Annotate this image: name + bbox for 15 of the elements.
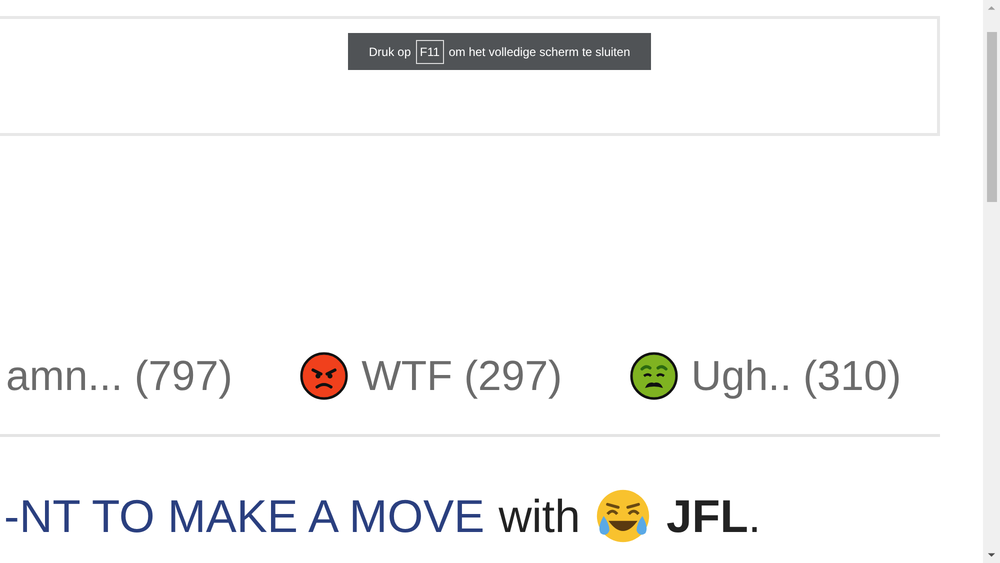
headline-link[interactable]: -NT TO MAKE A MOVE: [4, 489, 485, 543]
reaction-label: amn... (797): [6, 352, 232, 400]
headline-text: with: [498, 489, 580, 543]
reaction-label: Ugh.. (310): [691, 352, 902, 400]
angry-face-icon: [300, 352, 348, 400]
scrollbar[interactable]: [983, 0, 1000, 563]
notice-text: om het volledige scherm te sluiten: [448, 44, 630, 58]
sick-face-icon: [630, 352, 678, 400]
scroll-up-icon[interactable]: [987, 5, 996, 11]
scroll-down-icon[interactable]: [987, 552, 996, 558]
headline-text: JFL.: [666, 489, 761, 543]
key-label: F11: [416, 40, 444, 64]
reaction-label: WTF (297): [361, 352, 562, 400]
notice-text: Druk op: [368, 44, 411, 58]
scroll-thumb[interactable]: [986, 32, 996, 202]
